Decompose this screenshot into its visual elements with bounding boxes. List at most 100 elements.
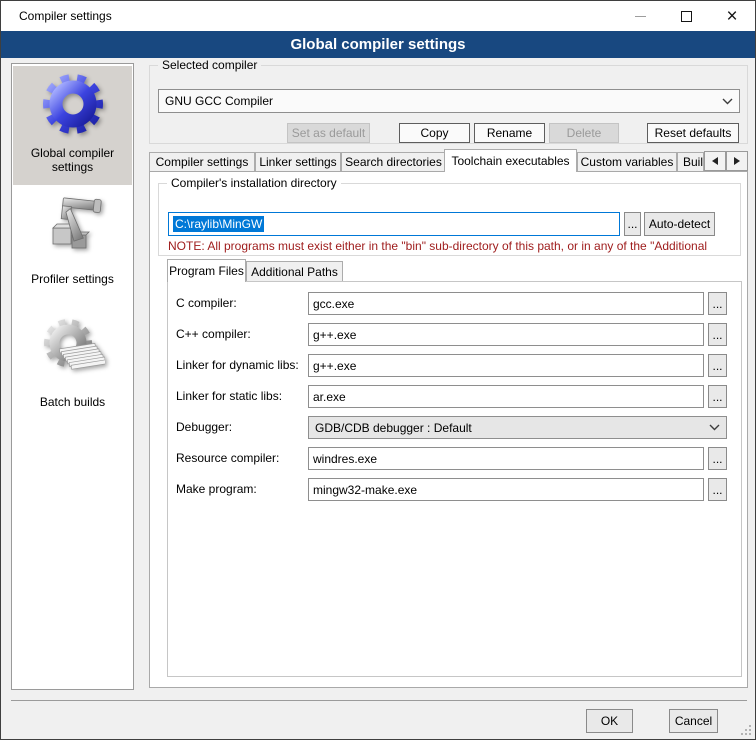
compiler-select-value: GNU GCC Compiler: [165, 94, 722, 108]
caliper-icon: [41, 194, 105, 258]
button-label: Set as default: [292, 126, 365, 140]
field-label: Resource compiler:: [176, 451, 279, 465]
tab-linker-settings[interactable]: Linker settings: [255, 152, 341, 172]
ellipsis-icon: ...: [712, 483, 722, 497]
triangle-right-icon: [734, 157, 740, 165]
dynamic-linker-browse-button[interactable]: ...: [708, 354, 727, 377]
footer-separator: [11, 700, 747, 701]
copy-button[interactable]: Copy: [399, 123, 470, 143]
gray-gear-stack-icon: [41, 318, 105, 382]
static-linker-browse-button[interactable]: ...: [708, 385, 727, 408]
tab-scroll-right-button[interactable]: [726, 151, 748, 171]
minimize-icon: [635, 16, 646, 17]
button-label: OK: [601, 714, 618, 728]
ellipsis-icon: ...: [712, 328, 722, 342]
ellipsis-icon: ...: [712, 452, 722, 466]
rename-button[interactable]: Rename: [474, 123, 545, 143]
chevron-down-icon: [709, 424, 720, 431]
field-value: windres.exe: [313, 452, 377, 466]
toolchain-executables-page: Compiler's installation directory C:\ray…: [149, 171, 748, 688]
install-dir-input[interactable]: C:\raylib\MinGW: [168, 212, 620, 236]
static-linker-input[interactable]: ar.exe: [308, 385, 704, 408]
tab-label: Additional Paths: [251, 265, 338, 279]
resize-grip[interactable]: [741, 725, 752, 736]
dialog-header-title: Global compiler settings: [290, 36, 465, 53]
resource-compiler-browse-button[interactable]: ...: [708, 447, 727, 470]
field-value: ar.exe: [313, 390, 346, 404]
chevron-down-icon: [722, 98, 733, 105]
sidebar-item-batch-builds[interactable]: Batch builds: [13, 312, 132, 422]
cpp-compiler-input[interactable]: g++.exe: [308, 323, 704, 346]
tab-label: Custom variables: [581, 155, 674, 169]
sidebar-item-profiler-settings[interactable]: Profiler settings: [13, 187, 132, 295]
field-label: Make program:: [176, 482, 257, 496]
subtab-additional-paths[interactable]: Additional Paths: [246, 261, 343, 282]
delete-button[interactable]: Delete: [549, 123, 619, 143]
c-compiler-input[interactable]: gcc.exe: [308, 292, 704, 315]
sidebar-item-global-compiler-settings[interactable]: Global compiler settings: [13, 66, 132, 185]
ellipsis-icon: ...: [712, 297, 722, 311]
tab-custom-variables[interactable]: Custom variables: [577, 152, 677, 172]
sidebar-item-label: Batch builds: [13, 395, 132, 409]
resource-compiler-input[interactable]: windres.exe: [308, 447, 704, 470]
tab-toolchain-executables[interactable]: Toolchain executables: [444, 149, 577, 172]
ellipsis-icon: ...: [712, 359, 722, 373]
field-value: g++.exe: [313, 359, 356, 373]
make-program-browse-button[interactable]: ...: [708, 478, 727, 501]
tab-label: Compiler settings: [156, 155, 249, 169]
window-title: Compiler settings: [19, 9, 112, 23]
autodetect-button[interactable]: Auto-detect: [644, 212, 715, 236]
tab-label: Program Files: [169, 264, 244, 278]
install-dir-browse-button[interactable]: ...: [624, 212, 641, 236]
button-label: Delete: [567, 126, 602, 140]
field-label: Linker for static libs:: [176, 389, 282, 403]
settings-category-list: Global compiler settings Profiler: [11, 63, 134, 690]
debugger-select[interactable]: GDB/CDB debugger : Default: [308, 416, 727, 439]
tab-search-directories[interactable]: Search directories: [341, 152, 446, 172]
dialog-header: Global compiler settings: [1, 31, 755, 58]
compiler-settings-dialog: Compiler settings × Global compiler sett…: [0, 0, 756, 740]
field-value: g++.exe: [313, 328, 356, 342]
titlebar[interactable]: Compiler settings ×: [1, 1, 755, 31]
maximize-icon: [681, 11, 692, 22]
set-as-default-button[interactable]: Set as default: [287, 123, 370, 143]
ellipsis-icon: ...: [627, 217, 637, 231]
minimize-button[interactable]: [617, 1, 663, 31]
ellipsis-icon: ...: [712, 390, 722, 404]
maximize-button[interactable]: [663, 1, 709, 31]
tab-scroll-left-button[interactable]: [704, 151, 726, 171]
dynamic-linker-input[interactable]: g++.exe: [308, 354, 704, 377]
install-dir-group: Compiler's installation directory C:\ray…: [158, 183, 741, 256]
make-program-input[interactable]: mingw32-make.exe: [308, 478, 704, 501]
subtab-program-files[interactable]: Program Files: [167, 259, 246, 282]
triangle-left-icon: [712, 157, 718, 165]
tab-compiler-settings[interactable]: Compiler settings: [149, 152, 255, 172]
close-button[interactable]: ×: [709, 1, 755, 31]
button-label: Reset defaults: [655, 126, 732, 140]
close-icon: ×: [726, 7, 737, 26]
button-label: Auto-detect: [649, 217, 710, 231]
compiler-select[interactable]: GNU GCC Compiler: [158, 89, 740, 113]
reset-defaults-button[interactable]: Reset defaults: [647, 123, 739, 143]
field-value: gcc.exe: [313, 297, 354, 311]
button-label: Rename: [487, 126, 532, 140]
debugger-select-value: GDB/CDB debugger : Default: [315, 421, 709, 435]
cancel-button[interactable]: Cancel: [669, 709, 718, 733]
field-label: Linker for dynamic libs:: [176, 358, 299, 372]
selected-compiler-group-label: Selected compiler: [158, 58, 261, 72]
field-label: Debugger:: [176, 420, 232, 434]
tab-label: Toolchain executables: [451, 154, 569, 168]
sidebar-item-label: Global compiler settings: [13, 146, 132, 174]
install-dir-selected-text: C:\raylib\MinGW: [173, 216, 264, 232]
c-compiler-browse-button[interactable]: ...: [708, 292, 727, 315]
tab-label: Build options: [683, 155, 704, 169]
cpp-compiler-browse-button[interactable]: ...: [708, 323, 727, 346]
install-dir-group-label: Compiler's installation directory: [167, 176, 341, 190]
blue-gear-icon: [41, 72, 105, 136]
tab-label: Search directories: [345, 155, 442, 169]
field-value: mingw32-make.exe: [313, 483, 417, 497]
tab-build-options[interactable]: Build options: [677, 152, 704, 172]
ok-button[interactable]: OK: [586, 709, 633, 733]
tab-label: Linker settings: [259, 155, 336, 169]
note-text: NOTE: All programs must exist either in …: [168, 239, 734, 253]
